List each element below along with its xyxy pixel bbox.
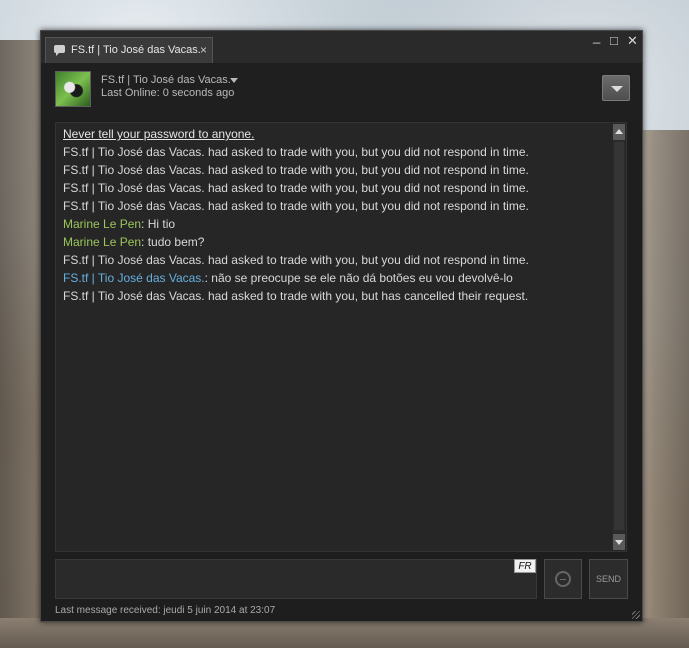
desktop-background-shore [0,618,689,648]
message-text: tudo bem? [147,235,205,249]
system-message: FS.tf | Tio José das Vacas. had asked to… [63,181,529,195]
system-message: FS.tf | Tio José das Vacas. had asked to… [63,163,529,177]
arrow-up-icon [615,129,623,134]
message-separator: : [141,217,148,231]
last-message-status: Last message received: jeudi 5 juin 2014… [55,605,276,616]
tab-close-icon[interactable]: × [200,43,207,57]
chat-log[interactable]: Never tell your password to anyone. FS.tf… [55,122,627,552]
chat-options-dropdown[interactable] [602,75,630,101]
system-message: FS.tf | Tio José das Vacas. had asked to… [63,253,529,267]
title-bar[interactable]: FS.tf | Tio José das Vacas. × _ □ ✕ [41,29,642,63]
avatar[interactable] [55,71,91,107]
friend-menu-caret-icon[interactable] [230,78,238,83]
message-input[interactable] [55,559,537,599]
message-text: Hi tio [147,217,176,231]
scrollbar[interactable] [613,124,625,550]
arrow-down-icon [615,540,623,545]
emoticon-button[interactable] [544,559,582,599]
minimize-button[interactable]: _ [593,29,600,44]
chat-bubble-icon [54,45,65,56]
chat-window: FS.tf | Tio José das Vacas. × _ □ ✕ FS.t… [40,29,643,622]
message-separator: : [141,235,148,249]
friend-name[interactable]: FS.tf | Tio José das Vacas. [101,74,231,86]
system-message: FS.tf | Tio José das Vacas. had asked to… [63,199,529,213]
system-message: FS.tf | Tio José das Vacas. had asked to… [63,145,529,159]
desktop-background-rock [639,130,689,630]
chat-message: FS.tf | Tio José das Vacas.: não se preo… [63,269,613,287]
security-warning: Never tell your password to anyone. [63,127,255,141]
close-button[interactable]: ✕ [627,33,638,49]
message-sender[interactable]: Marine Le Pen [63,217,141,231]
message-list: Never tell your password to anyone. FS.tf… [63,125,613,305]
chevron-down-icon [611,86,623,92]
message-sender[interactable]: Marine Le Pen [63,235,141,249]
maximize-button[interactable]: □ [610,33,618,48]
scroll-up-button[interactable] [613,124,625,140]
emoticon-icon [555,571,571,587]
input-language-badge: FR [514,559,536,573]
chat-message: Marine Le Pen: Hi tio [63,215,613,233]
system-message: FS.tf | Tio José das Vacas. had asked to… [63,289,529,303]
chat-message: Marine Le Pen: tudo bem? [63,233,613,251]
friend-header: FS.tf | Tio José das Vacas. Last Online:… [41,63,642,118]
scroll-thumb[interactable] [614,142,624,530]
tab-label: FS.tf | Tio José das Vacas. [71,44,201,56]
send-button[interactable]: SEND [589,559,628,599]
scroll-down-button[interactable] [613,534,625,550]
chat-tab[interactable]: FS.tf | Tio José das Vacas. × [45,37,213,63]
message-sender[interactable]: FS.tf | Tio José das Vacas. [63,271,205,285]
resize-grip-icon[interactable] [632,611,640,619]
message-text: não se preocupe se ele não dá botões eu … [211,271,513,285]
friend-status: Last Online: 0 seconds ago [101,87,235,99]
